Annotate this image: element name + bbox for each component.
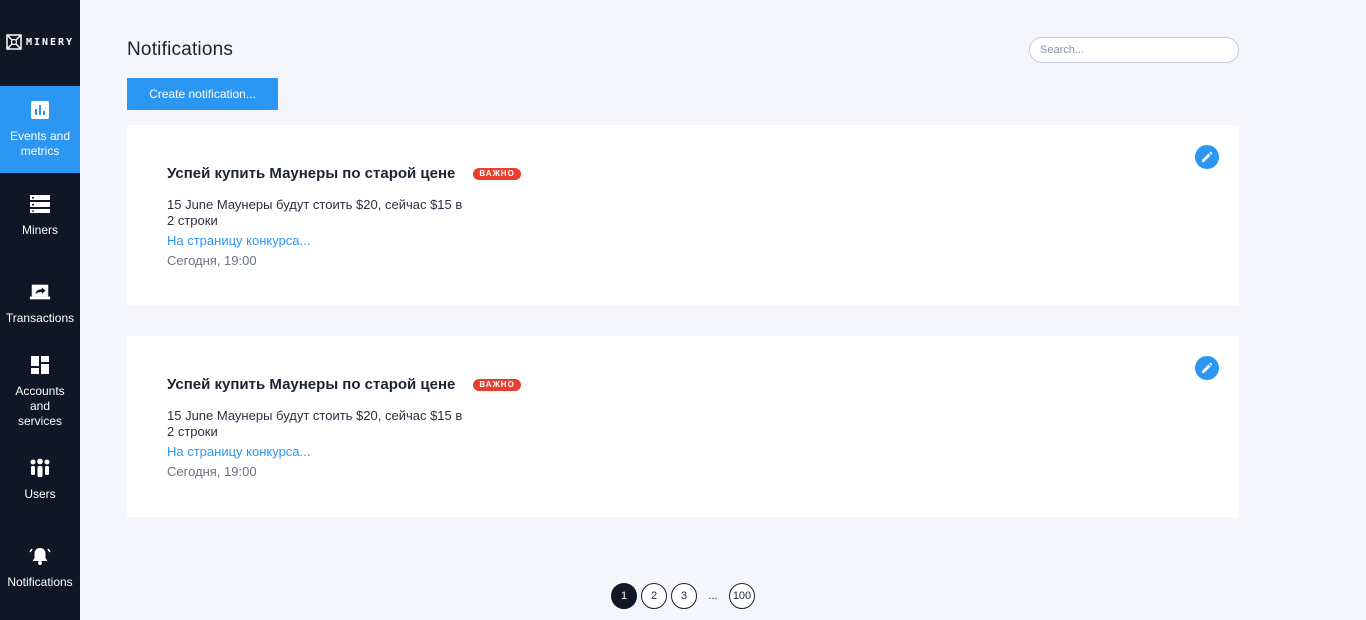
sidebar: MINERY Events and metrics Miners Transac… <box>0 0 80 620</box>
notification-title: Успей купить Маунеры по старой цене <box>167 376 456 393</box>
sidebar-item-transactions[interactable]: Transactions <box>0 281 80 326</box>
sidebar-item-miners[interactable]: Miners <box>0 193 80 238</box>
notification-title-row: Успей купить Маунеры по старой цене ВАЖН… <box>167 376 521 393</box>
contest-link[interactable]: На страницу конкурса... <box>167 233 310 248</box>
notification-body: 15 June Маунеры будут стоить $20, сейчас… <box>167 408 463 439</box>
notification-time: Сегодня, 19:00 <box>167 464 257 479</box>
contest-link[interactable]: На страницу конкурса... <box>167 444 310 459</box>
pagination-ellipsis: ... <box>708 590 718 602</box>
notification-time: Сегодня, 19:00 <box>167 253 257 268</box>
pencil-icon <box>1202 362 1213 373</box>
sidebar-item-notifications[interactable]: Notifications <box>0 545 80 590</box>
sidebar-item-label: Users <box>24 487 56 501</box>
logo-icon <box>6 34 22 50</box>
sidebar-item-users[interactable]: Users <box>0 457 80 502</box>
bell-icon <box>29 545 51 567</box>
logo[interactable]: MINERY <box>0 0 80 84</box>
laptop-share-icon <box>29 281 51 303</box>
page-button-last[interactable]: 100 <box>729 583 755 609</box>
page-button-3[interactable]: 3 <box>671 583 697 609</box>
create-notification-button[interactable]: Create notification... <box>127 78 278 110</box>
edit-button[interactable] <box>1195 145 1219 169</box>
pencil-icon <box>1202 151 1213 162</box>
notification-title-row: Успей купить Маунеры по старой цене ВАЖН… <box>167 165 521 182</box>
sidebar-item-label: Miners <box>21 223 58 237</box>
important-badge: ВАЖНО <box>473 378 521 391</box>
page-title: Notifications <box>127 39 234 60</box>
sidebar-item-label: Accounts and services <box>15 384 65 428</box>
notification-body: 15 June Маунеры будут стоить $20, сейчас… <box>167 197 463 228</box>
sidebar-item-accounts-and-services[interactable]: Accounts and services <box>0 354 80 429</box>
page-button-2[interactable]: 2 <box>641 583 667 609</box>
edit-button[interactable] <box>1195 356 1219 380</box>
bar-chart-icon <box>29 99 51 121</box>
dashboard-icon <box>29 354 51 376</box>
page-button-1[interactable]: 1 <box>611 583 637 609</box>
important-badge: ВАЖНО <box>473 167 521 180</box>
search-input[interactable] <box>1029 37 1239 63</box>
logo-text: MINERY <box>25 36 75 48</box>
notification-title: Успей купить Маунеры по старой цене <box>167 165 456 182</box>
pagination: 1 2 3 ... 100 <box>611 583 755 609</box>
users-icon <box>29 457 51 479</box>
notification-card: Успей купить Маунеры по старой цене ВАЖН… <box>127 336 1239 517</box>
sidebar-item-label: Notifications <box>7 575 73 589</box>
server-icon <box>29 193 51 215</box>
sidebar-item-events-and-metrics[interactable]: Events and metrics <box>0 86 80 173</box>
notification-card: Успей купить Маунеры по старой цене ВАЖН… <box>127 125 1239 306</box>
sidebar-item-label: Transactions <box>5 311 75 325</box>
sidebar-item-label: Events and metrics <box>9 129 71 158</box>
